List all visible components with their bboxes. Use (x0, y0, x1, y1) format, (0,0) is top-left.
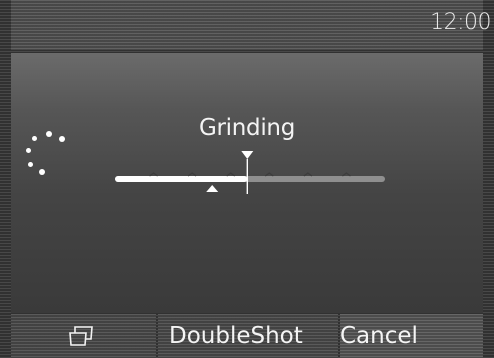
double-shot-button[interactable]: DoubleShot (158, 314, 338, 358)
progress-segment-notch (226, 172, 236, 177)
progress-segment-notch (342, 172, 351, 177)
grind-progress-bar (115, 151, 385, 194)
current-marker (206, 185, 219, 192)
progress-segment-notch (264, 172, 274, 177)
cancel-label: Cancel (340, 323, 418, 349)
double-shot-label: DoubleShot (169, 323, 303, 349)
clock-time: 12:00 (430, 10, 491, 35)
progress-segment-notch (149, 172, 158, 177)
target-marker (241, 151, 254, 159)
cup-button[interactable] (11, 314, 156, 358)
progress-segment-notch (303, 172, 313, 177)
status-bar: 12:00 (11, 0, 491, 50)
main-panel: Grinding (11, 53, 483, 313)
progress-segment-notch (187, 172, 197, 177)
coffee-machine-display: 12:00 Grinding DoubleShot Cancel (0, 0, 494, 358)
soft-key-bar: DoubleShot Cancel (11, 314, 483, 358)
cup-icon (69, 326, 93, 346)
cancel-button[interactable]: Cancel (340, 314, 483, 358)
progress-fill (115, 176, 248, 182)
